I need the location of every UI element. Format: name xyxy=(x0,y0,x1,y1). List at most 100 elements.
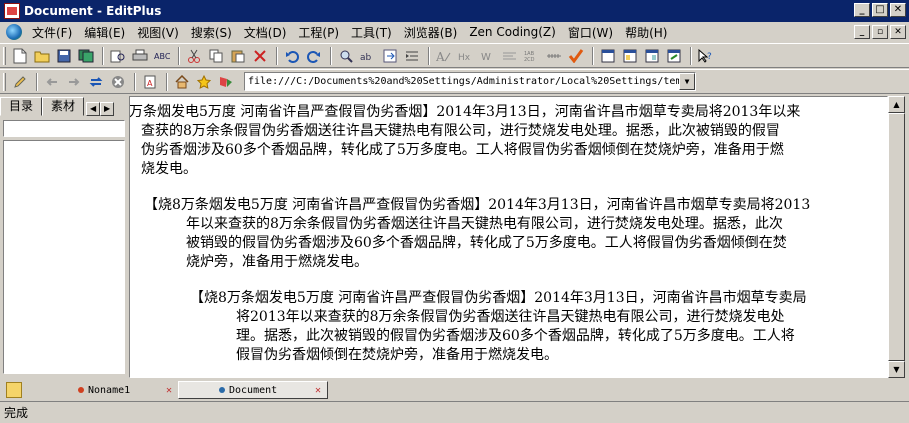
mdi-close-button[interactable]: ✕ xyxy=(890,25,906,39)
menu-help[interactable]: 帮助(H) xyxy=(619,24,673,41)
goto-icon[interactable] xyxy=(380,46,400,66)
line-number-icon[interactable]: 1AB 2CD xyxy=(522,46,542,66)
window-b-icon[interactable] xyxy=(620,46,640,66)
help-cursor-icon[interactable]: ? xyxy=(696,46,716,66)
window-title: Document - EditPlus xyxy=(24,4,162,18)
toolbar-grip[interactable] xyxy=(3,46,6,65)
tab-close-icon[interactable]: ✕ xyxy=(166,385,172,396)
minimize-button[interactable]: _ xyxy=(854,3,870,17)
new-file-icon[interactable] xyxy=(10,46,30,66)
scrollbar-thumb[interactable] xyxy=(888,113,905,361)
window-a-icon[interactable] xyxy=(598,46,618,66)
find-icon[interactable] xyxy=(336,46,356,66)
favorites-add-icon[interactable] xyxy=(216,72,236,92)
tab-document[interactable]: Document ✕ xyxy=(178,381,328,399)
word-wrap-icon[interactable]: W xyxy=(478,46,498,66)
save-all-icon[interactable] xyxy=(76,46,96,66)
window-d-icon[interactable] xyxy=(664,46,684,66)
delete-icon[interactable] xyxy=(250,46,270,66)
mdi-restore-button[interactable]: ▫ xyxy=(872,25,888,39)
tab-clips[interactable]: 素材 xyxy=(42,97,85,116)
svg-text:A: A xyxy=(436,50,445,63)
close-button[interactable]: ✕ xyxy=(890,3,906,17)
toolbar-separator xyxy=(36,72,38,91)
page-icon[interactable]: A xyxy=(140,72,160,92)
svg-text:A: A xyxy=(147,79,153,88)
menu-file[interactable]: 文件(F) xyxy=(26,24,78,41)
menu-zen-coding[interactable]: Zen Coding(Z) xyxy=(463,25,562,39)
undo-icon[interactable] xyxy=(282,46,302,66)
paste-icon[interactable] xyxy=(228,46,248,66)
favorites-star-icon[interactable] xyxy=(194,72,214,92)
tab-noname1-label: Noname1 xyxy=(88,384,131,396)
copy-icon[interactable] xyxy=(206,46,226,66)
side-panel: 目录 素材 ◀ ▶ xyxy=(0,96,128,378)
toolbar-grip[interactable] xyxy=(3,72,6,91)
paragraph-1: 万条烟发电5万度 河南省许昌严查假冒伪劣香烟】2014年3月13日，河南省许昌市… xyxy=(129,103,879,179)
menu-document[interactable]: 文档(D) xyxy=(238,24,293,41)
paragraph-2: 【烧8万条烟发电5万度 河南省许昌严查假冒伪劣香烟】2014年3月13日，河南省… xyxy=(144,196,884,272)
print-preview-icon[interactable] xyxy=(108,46,128,66)
maximize-button[interactable]: □ xyxy=(872,3,888,17)
open-folder-icon[interactable] xyxy=(32,46,52,66)
paragraph-line: 万条烟发电5万度 河南省许昌严查假冒伪劣香烟】2014年3月13日，河南省许昌市… xyxy=(129,104,801,120)
directory-combo[interactable] xyxy=(3,120,125,137)
save-icon[interactable] xyxy=(54,46,74,66)
address-bar[interactable]: file:///C:/Documents%20and%20Settings/Ad… xyxy=(244,72,696,91)
tab-scroll-right-icon[interactable]: ▶ xyxy=(100,102,115,116)
cut-icon[interactable] xyxy=(184,46,204,66)
menu-edit[interactable]: 编辑(E) xyxy=(78,24,131,41)
back-arrow-icon[interactable] xyxy=(42,72,62,92)
scroll-up-icon[interactable]: ▲ xyxy=(888,96,905,113)
menu-tools[interactable]: 工具(T) xyxy=(345,24,398,41)
stop-icon[interactable] xyxy=(108,72,128,92)
menu-search[interactable]: 搜索(S) xyxy=(185,24,238,41)
paragraph-3: 【烧8万条烟发电5万度 河南省许昌严查假冒伪劣香烟】2014年3月13日，河南省… xyxy=(190,289,885,365)
checkmark-icon[interactable] xyxy=(566,46,586,66)
home-icon[interactable] xyxy=(172,72,192,92)
tab-noname1[interactable]: Noname1 ✕ xyxy=(28,381,178,399)
paragraph-line: 烧发电。 xyxy=(141,161,197,177)
menu-window[interactable]: 窗口(W) xyxy=(562,24,619,41)
mdi-minimize-button[interactable]: _ xyxy=(854,25,870,39)
vertical-scrollbar[interactable]: ▲ ▼ xyxy=(888,96,905,378)
folder-icon[interactable] xyxy=(6,382,22,398)
document-tabs: Noname1 ✕ Document ✕ xyxy=(0,379,909,401)
tab-directory[interactable]: 目录 xyxy=(0,97,43,116)
status-bar: 完成 xyxy=(0,401,909,423)
menu-view[interactable]: 视图(V) xyxy=(131,24,185,41)
directory-list[interactable] xyxy=(3,140,125,374)
column-icon[interactable] xyxy=(500,46,520,66)
forward-arrow-icon[interactable] xyxy=(64,72,84,92)
svg-text:W: W xyxy=(481,52,491,63)
document-dot-icon xyxy=(219,386,225,393)
pencil-icon[interactable] xyxy=(10,72,30,92)
editplus-app-icon[interactable] xyxy=(4,3,20,19)
window-c-icon[interactable] xyxy=(642,46,662,66)
replace-icon[interactable]: ab xyxy=(358,46,378,66)
menu-browser[interactable]: 浏览器(B) xyxy=(398,24,464,41)
spell-check-icon[interactable]: ABC xyxy=(152,46,172,66)
toolbar-separator xyxy=(428,46,430,65)
editor-area[interactable]: 万条烟发电5万度 河南省许昌严查假冒伪劣香烟】2014年3月13日，河南省许昌市… xyxy=(129,96,888,378)
address-input[interactable]: file:///C:/Documents%20and%20Settings/Ad… xyxy=(248,76,679,87)
tab-close-icon[interactable]: ✕ xyxy=(315,385,321,396)
font-icon[interactable]: A xyxy=(434,46,454,66)
redo-icon[interactable] xyxy=(304,46,324,66)
address-dropdown-icon[interactable]: ▼ xyxy=(679,73,695,90)
globe-icon[interactable] xyxy=(6,24,22,40)
svg-text:?: ? xyxy=(707,52,712,62)
ruler-icon[interactable] xyxy=(544,46,564,66)
indent-icon[interactable] xyxy=(402,46,422,66)
paragraph-line: 【烧8万条烟发电5万度 河南省许昌严查假冒伪劣香烟】2014年3月13日，河南省… xyxy=(190,290,807,306)
tab-scroll-left-icon[interactable]: ◀ xyxy=(86,102,101,116)
refresh-icon[interactable] xyxy=(86,72,106,92)
svg-text:Hx: Hx xyxy=(458,53,471,63)
print-icon[interactable] xyxy=(130,46,150,66)
scroll-down-icon[interactable]: ▼ xyxy=(888,361,905,378)
side-panel-tabs: 目录 素材 ◀ ▶ xyxy=(0,96,128,116)
tab-scroll-arrows: ◀ ▶ xyxy=(86,102,115,116)
menu-project[interactable]: 工程(P) xyxy=(292,24,345,41)
tab-label: Document xyxy=(219,385,277,396)
hex-icon[interactable]: Hx xyxy=(456,46,476,66)
